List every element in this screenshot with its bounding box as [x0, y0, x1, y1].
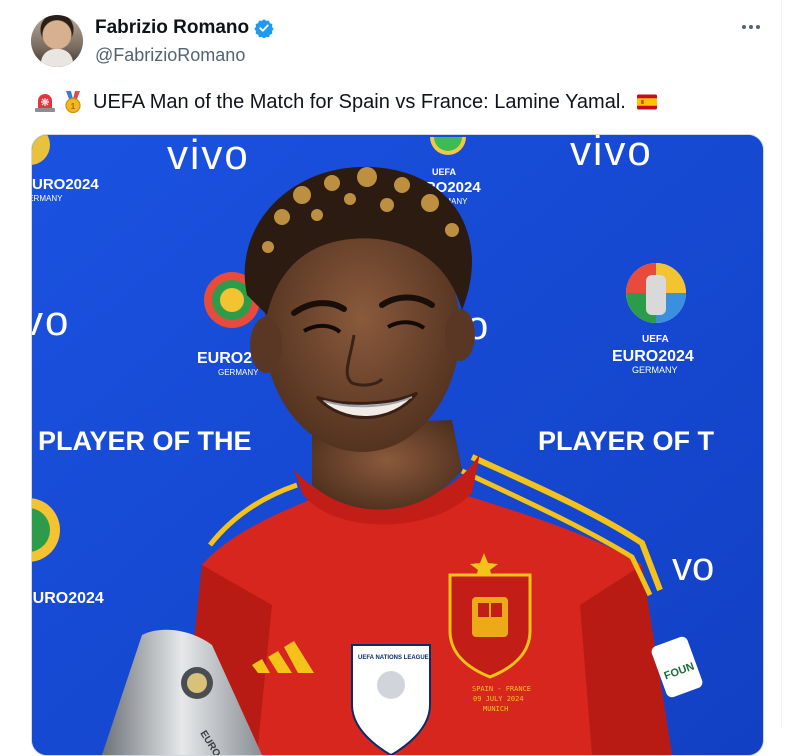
tweet-card: Fabrizio Romano @FabrizioRomano 1 UEFA M…	[0, 0, 800, 756]
tweet-text: UEFA Man of the Match for Spain vs Franc…	[93, 90, 626, 113]
more-dot	[756, 25, 760, 29]
avatar-shirt	[41, 49, 73, 67]
timeline-divider	[781, 0, 782, 728]
more-dot	[742, 25, 746, 29]
backdrop-vivo-logo: vivo	[570, 135, 653, 174]
backdrop-vivo-logo: vivo	[167, 135, 250, 178]
verified-badge-icon	[254, 19, 274, 38]
match-detail-text: SPAIN - FRANCE	[472, 685, 531, 693]
match-detail-text: MUNICH	[483, 705, 508, 713]
rotating-light-icon	[35, 94, 55, 112]
match-detail-text: 09 JULY 2024	[473, 695, 524, 703]
backdrop-vivo-logo: vo	[672, 545, 714, 589]
svg-text:EURO2024: EURO2024	[612, 348, 694, 365]
tweet-media-photo[interactable]: vivo vivo EURO2024 GERMANY UEFA EURO2024…	[31, 134, 764, 756]
backdrop-award-text: PLAYER OF T	[538, 426, 715, 456]
backdrop-vivo-logo: vo	[32, 297, 70, 344]
svg-text:UEFA NATIONS LEAGUE: UEFA NATIONS LEAGUE	[358, 655, 429, 661]
svg-text:EURO2024: EURO2024	[32, 590, 104, 607]
first-place-medal-icon: 1	[65, 91, 81, 114]
spain-flag-icon	[636, 94, 657, 110]
avatar[interactable]	[31, 15, 83, 67]
more-options-icon[interactable]	[738, 16, 764, 38]
svg-text:UEFA: UEFA	[642, 334, 669, 345]
photo-canvas: vivo vivo EURO2024 GERMANY UEFA EURO2024…	[32, 135, 763, 755]
spain-crest-icon	[448, 573, 532, 679]
author-name-row: Fabrizio Romano	[95, 17, 274, 39]
author-display-name[interactable]: Fabrizio Romano	[95, 17, 249, 39]
author-handle[interactable]: @FabrizioRomano	[95, 45, 245, 66]
svg-text:GERMANY: GERMANY	[218, 368, 259, 377]
backdrop-award-text: PLAYER OF THE	[38, 426, 252, 456]
svg-text:EURO2024: EURO2024	[32, 176, 99, 193]
more-dot	[749, 25, 753, 29]
svg-text:1: 1	[71, 102, 76, 111]
svg-text:UEFA: UEFA	[432, 167, 457, 177]
svg-text:GERMANY: GERMANY	[632, 365, 678, 375]
svg-text:GERMANY: GERMANY	[32, 194, 63, 203]
tweet-text-row: 1 UEFA Man of the Match for Spain vs Fra…	[33, 88, 660, 116]
